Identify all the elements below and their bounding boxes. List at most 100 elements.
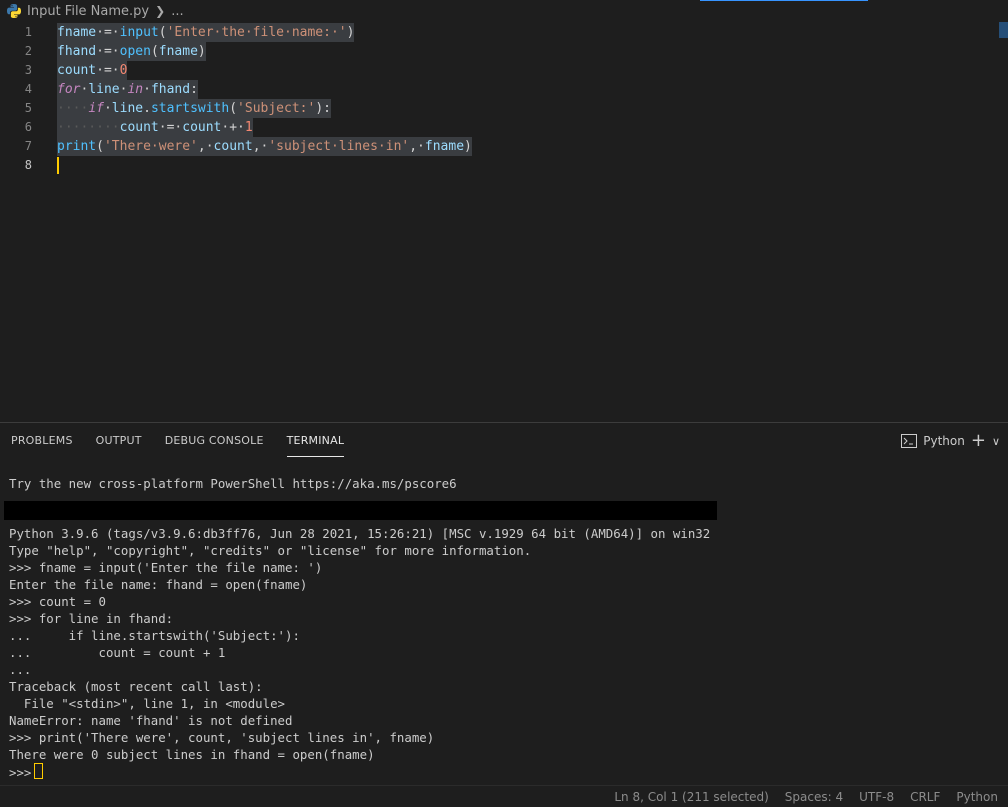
line-number: 3 xyxy=(24,63,32,77)
terminal-output[interactable]: Try the new cross-platform PowerShell ht… xyxy=(4,475,999,780)
code-line[interactable]: 7 print('There·were',·count,·'subject·lin… xyxy=(0,137,1000,156)
tab-problems[interactable]: PROBLEMS xyxy=(11,423,73,459)
breadcrumb: Input File Name.py ❯ ... xyxy=(0,0,1008,22)
code-token: ( xyxy=(229,101,238,116)
code-line[interactable]: 1 fname·=·input('Enter·the·file·name:·') xyxy=(0,23,1000,42)
line-number: 6 xyxy=(24,120,32,134)
terminal-icon xyxy=(901,434,918,448)
code-text: fhand·=·open(fname) xyxy=(57,42,206,61)
status-cursor-position[interactable]: Ln 8, Col 1 (211 selected) xyxy=(614,790,768,804)
terminal-line: Python 3.9.6 (tags/v3.9.6:db3ff76, Jun 2… xyxy=(9,526,711,541)
code-token: ,· xyxy=(409,139,425,154)
code-token: 'Subject:' xyxy=(237,101,316,116)
code-token: line xyxy=(111,101,144,116)
line-number: 5 xyxy=(24,101,32,115)
code-token: print xyxy=(57,139,97,154)
line-number: 1 xyxy=(24,25,32,39)
line-number: 7 xyxy=(24,139,32,153)
tab-debug-console[interactable]: DEBUG CONSOLE xyxy=(165,423,264,459)
code-text: ········count·=·count·+·1 xyxy=(57,118,253,137)
code-token: ·=· xyxy=(96,63,120,78)
code-token: count xyxy=(57,63,97,78)
code-token: ( xyxy=(150,44,159,59)
code-token: 'There·were' xyxy=(103,139,198,154)
code-token: fname xyxy=(158,44,198,59)
code-text: count·=·0 xyxy=(57,61,128,80)
code-token: ·=· xyxy=(158,120,183,135)
breadcrumb-file[interactable]: Input File Name.py xyxy=(27,4,149,19)
code-token: ·=· xyxy=(96,44,120,59)
panel-actions: Python + ∨ xyxy=(901,423,1000,459)
code-token: line xyxy=(88,82,120,97)
code-token: fname xyxy=(424,139,465,154)
terminal-name[interactable]: Python xyxy=(923,434,965,448)
plus-icon[interactable]: + xyxy=(971,432,986,450)
focus-indicator xyxy=(700,0,868,1)
tab-output[interactable]: OUTPUT xyxy=(96,423,142,459)
code-line[interactable]: 6 ········count·=·count·+·1 xyxy=(0,118,1000,137)
terminal-prompt[interactable]: >>> xyxy=(9,763,999,780)
terminal-cursor xyxy=(34,763,44,779)
code-token: for xyxy=(57,82,81,97)
code-token: ): xyxy=(315,101,331,116)
code-editor[interactable]: 1 fname·=·input('Enter·the·file·name:·') 2… xyxy=(0,22,1008,420)
line-number: 2 xyxy=(24,44,32,58)
code-token: ,· xyxy=(252,139,269,154)
code-token: ) xyxy=(197,44,206,59)
code-token: ·+· xyxy=(221,120,245,135)
code-line[interactable]: 5 ····if·line.startswith('Subject:'): xyxy=(0,99,1000,118)
code-line[interactable]: 2 fhand·=·open(fname) xyxy=(0,42,1000,61)
tab-terminal[interactable]: TERMINAL xyxy=(286,423,345,459)
code-token: ···· xyxy=(57,101,89,116)
code-token: 1 xyxy=(244,120,253,135)
code-token: fhand xyxy=(150,82,191,97)
code-token: fhand xyxy=(57,44,97,59)
code-token: 'subject·lines·in' xyxy=(268,139,410,154)
code-text: fname·=·input('Enter·the·file·name:·') xyxy=(57,23,355,42)
terminal-line: Enter the file name: fhand = open(fname) xyxy=(9,577,308,592)
code-token: ·=· xyxy=(96,25,120,40)
terminal-line: NameError: name 'fhand' is not defined xyxy=(9,713,293,728)
code-token: : xyxy=(190,82,198,97)
terminal-line: ... xyxy=(9,662,32,677)
code-line[interactable]: 3 count·=·0 xyxy=(0,61,1000,80)
terminal-line: There were 0 subject lines in fhand = op… xyxy=(9,747,375,762)
code-line[interactable]: 4 for·line·in·fhand: xyxy=(0,80,1000,99)
line-number: 8 xyxy=(24,158,32,172)
panel-tabs: PROBLEMS OUTPUT DEBUG CONSOLE TERMINAL xyxy=(0,423,356,459)
status-indentation[interactable]: Spaces: 4 xyxy=(785,790,843,804)
code-text: for·line·in·fhand: xyxy=(57,80,198,99)
code-token: input xyxy=(119,25,159,40)
code-token: open xyxy=(119,44,151,59)
terminal-line: >>> for line in fhand: xyxy=(9,611,174,626)
code-token: count xyxy=(182,120,222,135)
terminal-line: Type "help", "copyright", "credits" or "… xyxy=(9,543,532,558)
terminal-line: File "<stdin>", line 1, in <module> xyxy=(9,696,286,711)
status-bar: Ln 8, Col 1 (211 selected) Spaces: 4 UTF… xyxy=(0,785,1008,807)
status-language[interactable]: Python xyxy=(956,790,998,804)
terminal-line: >>> fname = input('Enter the file name: … xyxy=(9,560,323,575)
code-token: ( xyxy=(158,25,167,40)
breadcrumb-more[interactable]: ... xyxy=(171,4,183,19)
redacted-bar xyxy=(4,501,717,520)
prompt-text: >>> xyxy=(9,765,32,780)
code-token: startswith xyxy=(150,101,230,116)
bottom-panel: PROBLEMS OUTPUT DEBUG CONSOLE TERMINAL Pyth… xyxy=(0,422,1008,786)
terminal-line: Traceback (most recent call last): xyxy=(9,679,263,694)
chevron-right-icon: ❯ xyxy=(155,4,166,18)
code-token: ,· xyxy=(197,139,214,154)
code-token: ········ xyxy=(57,120,120,135)
code-token: · xyxy=(143,82,151,97)
status-encoding[interactable]: UTF-8 xyxy=(859,790,894,804)
status-eol[interactable]: CRLF xyxy=(910,790,940,804)
code-line[interactable]: 8 xyxy=(0,156,1000,175)
text-cursor xyxy=(57,157,59,174)
code-token: count xyxy=(213,139,253,154)
terminal-line: ... count = count + 1 xyxy=(9,645,226,660)
code-token: if xyxy=(88,101,104,116)
python-file-icon xyxy=(7,4,21,18)
chevron-down-icon[interactable]: ∨ xyxy=(992,435,1000,448)
code-text: ····if·line.startswith('Subject:'): xyxy=(57,99,331,118)
terminal-line: >>> print('There were', count, 'subject … xyxy=(9,730,435,745)
line-number: 4 xyxy=(24,82,32,96)
